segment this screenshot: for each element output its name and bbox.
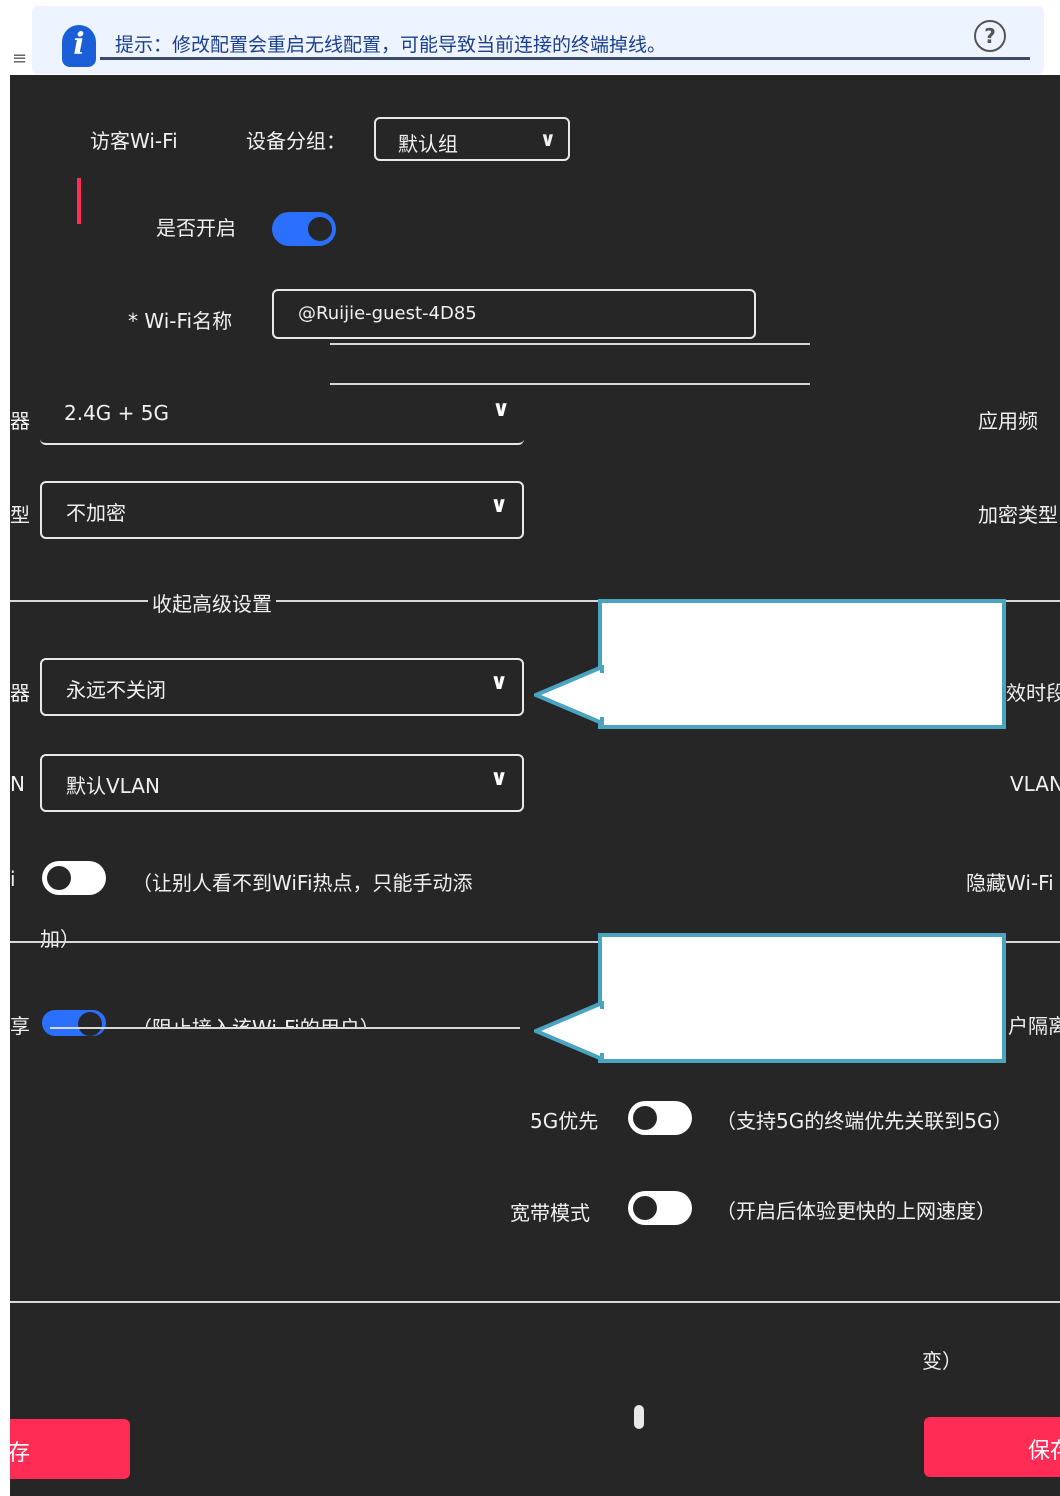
encryption-label-cut: 型 [10, 503, 30, 527]
save-button[interactable]: 保存 [924, 1417, 1060, 1477]
timer-select[interactable]: 永远不关闭 ∨ [40, 658, 524, 716]
save-label: 保存 [1028, 1439, 1060, 1464]
scroll-handle[interactable] [634, 1405, 644, 1429]
hidden-label-cut: i [10, 867, 16, 891]
encryption-select[interactable]: 不加密 ∨ [40, 481, 524, 539]
hidden-right-label: 隐藏Wi-Fi [966, 871, 1054, 895]
callout-tail-2 [534, 1001, 604, 1061]
isolate-label-cut: 享 [10, 1014, 30, 1038]
enable-toggle[interactable] [272, 212, 336, 246]
enable-label: 是否开启 [156, 216, 236, 240]
timer-label-cut: 器 [10, 681, 30, 705]
ssid-input[interactable]: @Ruijie-guest-4D85 [272, 289, 756, 339]
band-value: 2.4G + 5G [64, 401, 169, 425]
encryption-value: 不加密 [66, 501, 126, 525]
ssid-value: @Ruijie-guest-4D85 [298, 303, 477, 324]
group-value: 默认组 [398, 132, 458, 156]
isolate-underline [50, 1027, 520, 1029]
timer-value: 永远不关闭 [66, 678, 166, 702]
five-g-toggle[interactable] [628, 1101, 692, 1135]
vlan-label-cut: N [10, 772, 25, 796]
section-marker [77, 178, 81, 224]
fast-label: 宽带模式 [510, 1201, 590, 1225]
tip-text: 提示：修改配置会重启无线配置，可能导致当前连接的终端掉线。 [115, 34, 667, 56]
section-title: 访客Wi-Fi [90, 129, 178, 153]
callout-tail-1 [534, 665, 604, 725]
group-label: 设备分组： [246, 129, 346, 153]
toggle-knob [633, 1106, 657, 1130]
bottom-divider [10, 1301, 1060, 1303]
toggle-knob [78, 1012, 102, 1036]
five-g-desc: （支持5G的终端优先关联到5G） [716, 1109, 1013, 1133]
save-button-left[interactable]: 存 [10, 1419, 130, 1479]
bottom-desc-tail: 变） [922, 1349, 962, 1373]
chevron-down-icon: ∨ [490, 670, 508, 695]
fast-toggle[interactable] [628, 1191, 692, 1225]
field-divider [330, 383, 810, 385]
vlan-select[interactable]: 默认VLAN ∨ [40, 754, 524, 812]
chevron-down-icon: ∨ [492, 397, 510, 422]
hidden-toggle[interactable] [42, 861, 106, 895]
band-select[interactable]: 2.4G + 5G ∨ [40, 387, 524, 445]
help-icon[interactable]: ? [974, 20, 1006, 52]
hidden-desc: （让别人看不到WiFi热点，只能手动添 [132, 871, 473, 895]
chevron-down-icon: ∨ [490, 493, 508, 518]
tip-underline [100, 57, 1030, 60]
toggle-knob [47, 866, 71, 890]
ssid-underline [330, 343, 810, 345]
toggle-knob [633, 1196, 657, 1220]
vlan-value: 默认VLAN [66, 774, 160, 798]
info-icon: i [62, 25, 96, 67]
isolate-toggle[interactable] [42, 1010, 106, 1036]
save-left-label: 存 [10, 1441, 31, 1466]
group-select[interactable]: 默认组 ∨ [374, 117, 570, 161]
encryption-right-label: 加密类型 [978, 503, 1058, 527]
ssid-label: * Wi-Fi名称 [128, 309, 233, 333]
five-g-label: 5G优先 [530, 1109, 599, 1133]
chevron-down-icon: ∨ [539, 127, 556, 151]
toggle-knob [308, 217, 332, 241]
vlan-right-label: VLAN [1010, 772, 1060, 796]
advanced-toggle-link[interactable]: 收起高级设置 [148, 588, 276, 617]
band-label-cut: 器 [10, 409, 30, 433]
chevron-down-icon: ∨ [490, 766, 508, 791]
isolate-desc: （阻止接入该Wi-Fi的用户） [132, 1016, 380, 1028]
fast-desc: （开启后体验更快的上网速度） [716, 1199, 996, 1223]
callout-box-1 [598, 599, 1006, 729]
menu-icon[interactable]: ≡ [12, 48, 27, 69]
band-right-label: 应用频 [978, 409, 1038, 433]
guest-wifi-panel: 访客Wi-Fi 设备分组： 默认组 ∨ 是否开启 * Wi-Fi名称 @Ruij… [10, 75, 1060, 1496]
isolate-right-label: 户隔离 [1008, 1014, 1060, 1038]
hidden-desc-2: 加） [40, 927, 80, 951]
callout-box-2 [598, 933, 1006, 1063]
timer-right-label: 效时段 [1006, 681, 1060, 705]
